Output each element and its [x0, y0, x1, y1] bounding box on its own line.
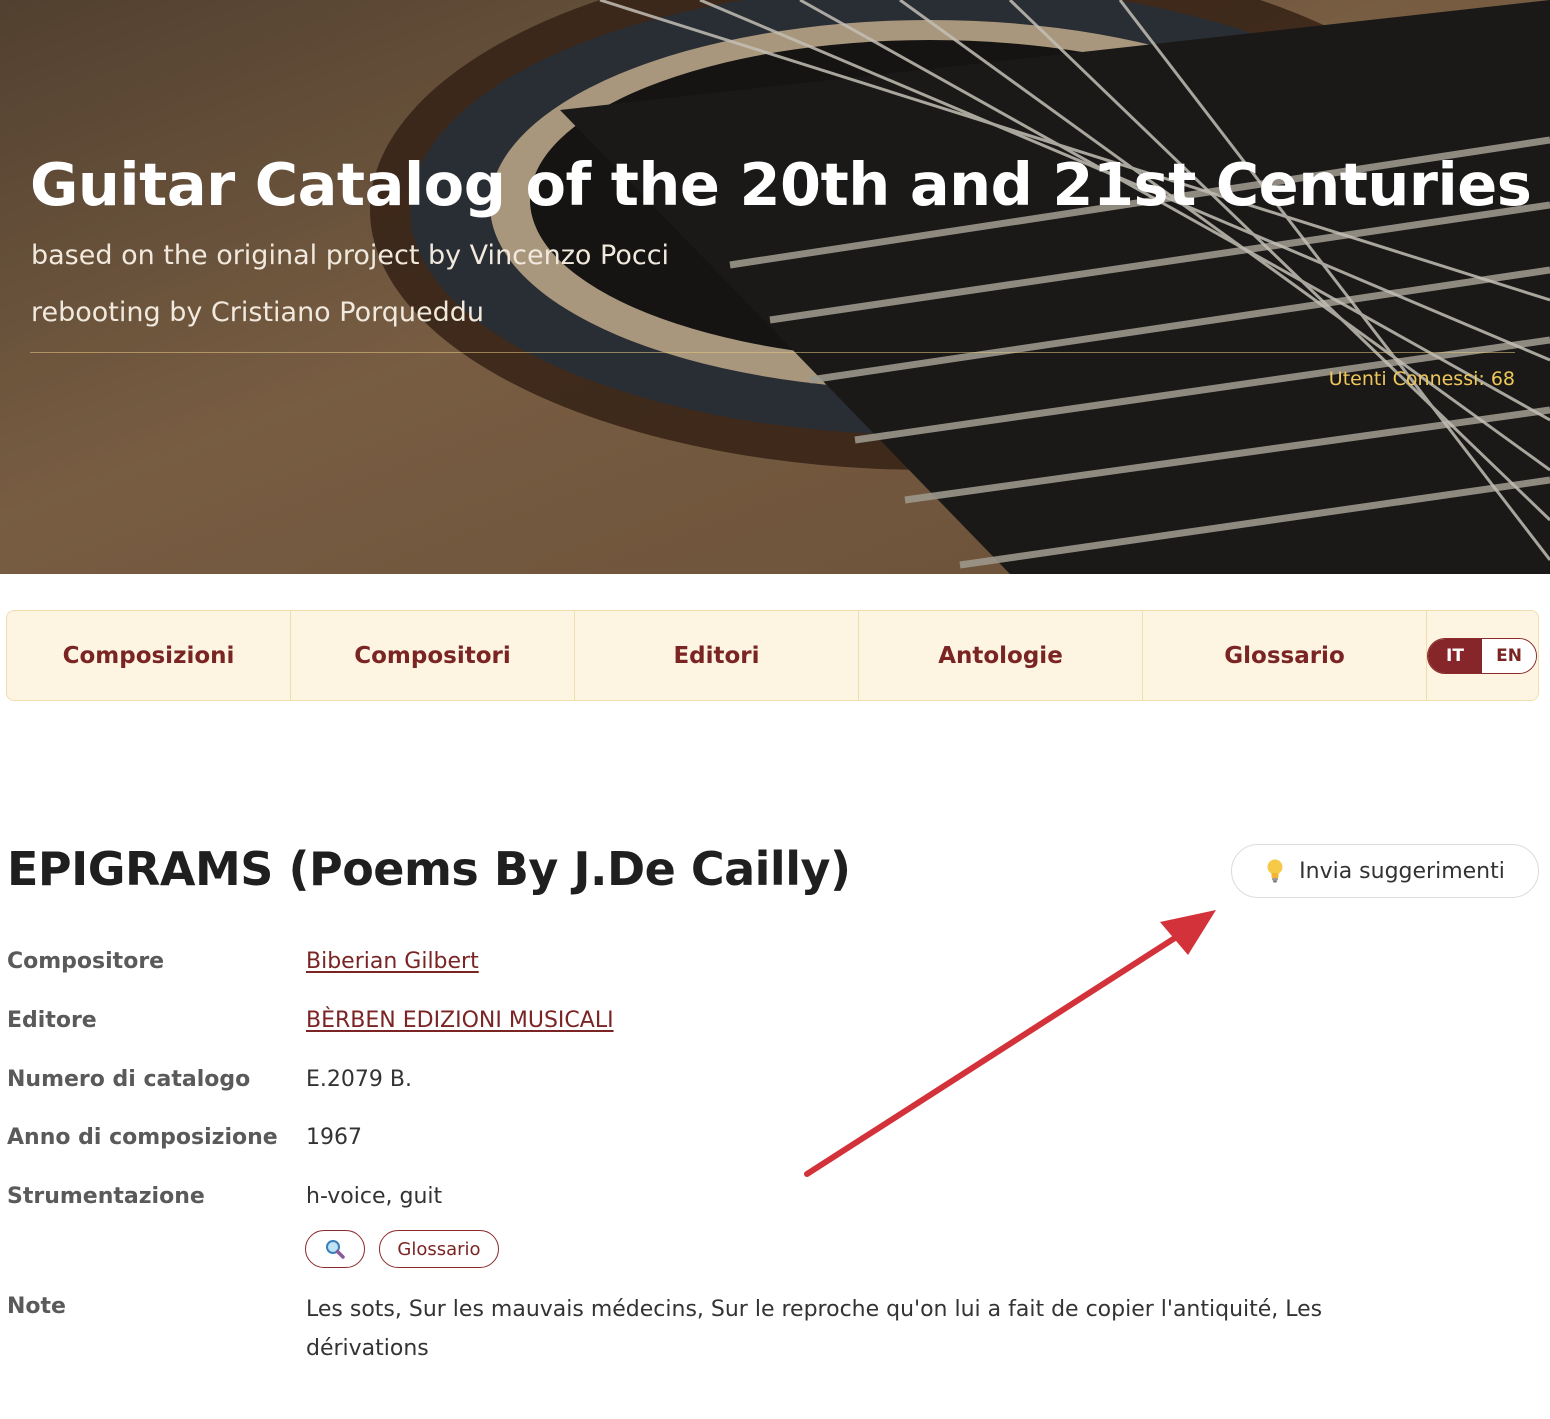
composer-link[interactable]: Biberian Gilbert [306, 949, 479, 974]
composition-title: EPIGRAMS (Poems By J.De Cailly) [7, 842, 851, 896]
hero-banner: Guitar Catalog of the 20th and 21st Cent… [0, 0, 1550, 574]
lightbulb-icon [1267, 859, 1283, 883]
lang-it-button[interactable]: IT [1428, 638, 1482, 673]
nav-item-composizioni[interactable]: Composizioni [7, 611, 291, 700]
magnifier-icon [326, 1240, 345, 1259]
lang-en-button[interactable]: EN [1482, 638, 1536, 673]
year-label: Anno di composizione [7, 1125, 278, 1150]
send-suggestions-button[interactable]: Invia suggerimenti [1231, 844, 1539, 898]
hero-overlay [0, 0, 1550, 574]
glossary-button[interactable]: Glossario [379, 1230, 499, 1268]
composer-label: Compositore [7, 949, 165, 974]
instrumentation-label: Strumentazione [7, 1184, 205, 1209]
year-value: 1967 [306, 1125, 362, 1150]
catalog-number-label: Numero di catalogo [7, 1067, 251, 1092]
main-navigation: Composizioni Compositori Editori Antolog… [6, 610, 1539, 701]
publisher-label: Editore [7, 1008, 97, 1033]
language-switcher-container: IT EN [1427, 611, 1538, 700]
header-divider [30, 352, 1515, 353]
instrumentation-search-button[interactable] [305, 1230, 365, 1268]
instrumentation-value: h-voice, guit [306, 1184, 443, 1209]
note-label: Note [7, 1294, 66, 1319]
language-toggle: IT EN [1427, 637, 1537, 674]
site-subtitle-rebooting: rebooting by Cristiano Porqueddu [31, 297, 485, 328]
catalog-number-value: E.2079 B. [306, 1067, 412, 1092]
online-users-counter: Utenti Connessi: 68 [1328, 368, 1515, 390]
note-value: Les sots, Sur les mauvais médecins, Sur … [306, 1297, 1323, 1361]
site-subtitle-original: based on the original project by Vincenz… [31, 240, 670, 271]
nav-item-compositori[interactable]: Compositori [291, 611, 575, 700]
nav-item-antologie[interactable]: Antologie [859, 611, 1143, 700]
nav-item-editori[interactable]: Editori [575, 611, 859, 700]
publisher-value: BÈRBEN EDIZIONI MUSICALI [306, 1008, 614, 1033]
site-title: Guitar Catalog of the 20th and 21st Cent… [30, 150, 1532, 219]
composer-value: Biberian Gilbert [306, 949, 479, 974]
nav-item-glossario[interactable]: Glossario [1143, 611, 1427, 700]
send-suggestions-label: Invia suggerimenti [1299, 858, 1505, 884]
publisher-link[interactable]: BÈRBEN EDIZIONI MUSICALI [306, 1008, 614, 1033]
